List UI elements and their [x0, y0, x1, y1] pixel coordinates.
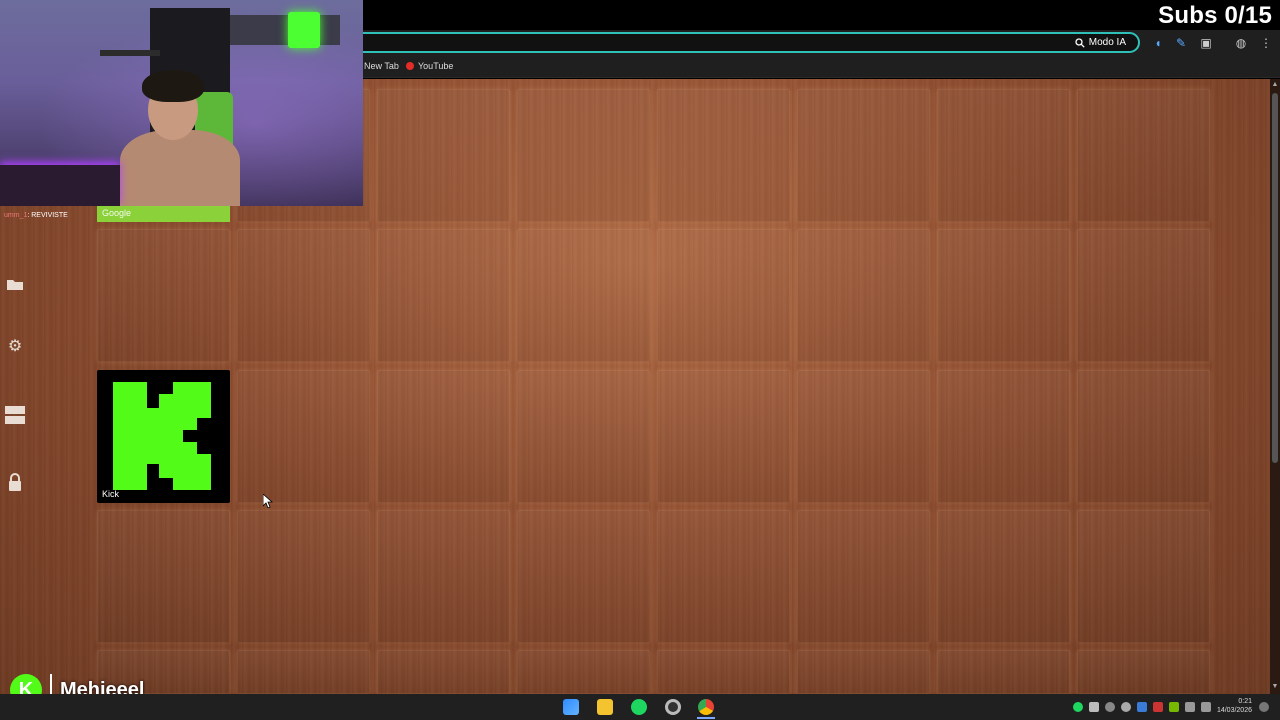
- windows-start-icon[interactable]: [563, 699, 579, 715]
- tray-spotify-icon[interactable]: [1073, 702, 1083, 712]
- tray-bluetooth-icon[interactable]: [1137, 702, 1147, 712]
- network-icon[interactable]: [1201, 702, 1211, 712]
- bookmark-label: YouTube: [418, 61, 454, 71]
- active-app-indicator: [697, 717, 715, 719]
- empty-speed-dial-tile[interactable]: [937, 89, 1070, 222]
- subs-counter: Subs 0/15: [1158, 2, 1272, 29]
- empty-speed-dial-tile[interactable]: [1077, 89, 1210, 222]
- empty-speed-dial-tile[interactable]: [797, 370, 930, 503]
- empty-speed-dial-tile[interactable]: [517, 650, 650, 694]
- layers-icon[interactable]: [5, 405, 25, 425]
- empty-speed-dial-tile[interactable]: [97, 229, 230, 362]
- empty-speed-dial-tile[interactable]: [517, 370, 650, 503]
- kick-logo-icon: [113, 382, 211, 490]
- tray-steam-icon[interactable]: [1105, 702, 1115, 712]
- tile-label: Google: [102, 208, 132, 218]
- empty-speed-dial-tile[interactable]: [517, 510, 650, 643]
- mouse-cursor-icon: [263, 494, 273, 508]
- ai-mode-button[interactable]: Modo IA: [1069, 34, 1132, 51]
- empty-speed-dial-tile[interactable]: [1077, 650, 1210, 694]
- empty-speed-dial-tile[interactable]: [657, 650, 790, 694]
- tray-app-icon[interactable]: [1089, 702, 1099, 712]
- gear-icon[interactable]: ⚙: [5, 337, 25, 357]
- tile-label: Kick: [102, 489, 120, 499]
- empty-speed-dial-tile[interactable]: [1077, 510, 1210, 643]
- bookmark-label: New Tab: [364, 61, 399, 71]
- webcam-person-body: [120, 130, 240, 206]
- webcam-window: [230, 15, 340, 45]
- kick-tile[interactable]: Kick: [97, 370, 230, 503]
- empty-speed-dial-tile[interactable]: [237, 650, 370, 694]
- taskbar-clock[interactable]: 0:21 14/03/2026: [1217, 697, 1252, 715]
- empty-speed-dial-tile[interactable]: [1077, 229, 1210, 362]
- clock-date: 14/03/2026: [1216, 707, 1252, 714]
- empty-speed-dial-tile[interactable]: [377, 229, 510, 362]
- empty-speed-dial-tile[interactable]: [237, 510, 370, 643]
- chat-text: : REVIVISTE: [27, 212, 68, 219]
- empty-speed-dial-tile[interactable]: [937, 650, 1070, 694]
- folder-icon[interactable]: [5, 277, 25, 297]
- empty-speed-dial-tile[interactable]: [937, 370, 1070, 503]
- empty-speed-dial-tile[interactable]: [377, 89, 510, 222]
- webcam-kick-sign: [288, 12, 320, 48]
- empty-speed-dial-tile[interactable]: [657, 229, 790, 362]
- empty-speed-dial-tile[interactable]: [657, 510, 790, 643]
- webcam-desk: [0, 165, 120, 206]
- webcam-shelf: [100, 50, 160, 56]
- ai-mode-label: Modo IA: [1088, 37, 1126, 48]
- youtube-icon: [406, 62, 414, 70]
- obs-icon[interactable]: [665, 699, 681, 715]
- tray-obs-icon[interactable]: [1121, 702, 1131, 712]
- clock-time: 0:21: [1238, 698, 1252, 705]
- search-icon: [1075, 37, 1085, 48]
- empty-speed-dial-tile[interactable]: [797, 89, 930, 222]
- screen: Subs 0/15 Modo IA ◖ ✎ ▣ ◍ ⋮ New Tab YouT…: [0, 0, 1280, 720]
- chat-message: umm_1: REVIVISTE: [4, 212, 68, 219]
- empty-speed-dial-tile[interactable]: [797, 510, 930, 643]
- empty-speed-dial-tile[interactable]: [657, 89, 790, 222]
- scroll-thumb[interactable]: [1272, 93, 1278, 463]
- translate-icon[interactable]: ✎: [1174, 36, 1188, 50]
- extensions-puzzle-icon[interactable]: ▣: [1199, 36, 1213, 50]
- empty-speed-dial-tile[interactable]: [237, 229, 370, 362]
- tray-app2-icon[interactable]: [1153, 702, 1163, 712]
- file-explorer-icon[interactable]: [597, 699, 613, 715]
- empty-speed-dial-tile[interactable]: [237, 370, 370, 503]
- notification-bell-icon[interactable]: [1259, 702, 1269, 712]
- empty-speed-dial-tile[interactable]: [377, 510, 510, 643]
- scroll-up-icon[interactable]: ▲: [1271, 81, 1279, 89]
- bookmark-youtube[interactable]: YouTube: [406, 61, 453, 71]
- empty-speed-dial-tile[interactable]: [1077, 370, 1210, 503]
- page-scrollbar[interactable]: ▲ ▼: [1270, 79, 1280, 694]
- scroll-down-icon[interactable]: ▼: [1271, 683, 1279, 691]
- profile-icon[interactable]: ◍: [1234, 36, 1248, 50]
- empty-speed-dial-tile[interactable]: [377, 650, 510, 694]
- lock-icon[interactable]: [5, 473, 25, 493]
- empty-speed-dial-tile[interactable]: [97, 510, 230, 643]
- volume-icon[interactable]: [1185, 702, 1195, 712]
- empty-speed-dial-tile[interactable]: [657, 370, 790, 503]
- empty-speed-dial-tile[interactable]: [797, 229, 930, 362]
- chrome-icon[interactable]: [698, 699, 714, 715]
- chat-username: umm_1: [4, 212, 28, 219]
- empty-speed-dial-tile[interactable]: [797, 650, 930, 694]
- menu-dots-icon[interactable]: ⋮: [1259, 36, 1273, 50]
- webcam-overlay: [0, 0, 363, 206]
- extension-icon[interactable]: ◖: [1151, 36, 1165, 50]
- empty-speed-dial-tile[interactable]: [517, 229, 650, 362]
- address-bar[interactable]: Modo IA: [300, 32, 1140, 53]
- spotify-icon[interactable]: [631, 699, 647, 715]
- empty-speed-dial-tile[interactable]: [517, 89, 650, 222]
- empty-speed-dial-tile[interactable]: [377, 370, 510, 503]
- empty-speed-dial-tile[interactable]: [937, 510, 1070, 643]
- webcam-person-hair: [142, 70, 204, 102]
- bookmark-new-tab[interactable]: New Tab: [364, 61, 399, 71]
- empty-speed-dial-tile[interactable]: [937, 229, 1070, 362]
- tray-nvidia-icon[interactable]: [1169, 702, 1179, 712]
- google-tile[interactable]: Google: [97, 206, 230, 222]
- taskbar: 0:21 14/03/2026: [0, 694, 1280, 720]
